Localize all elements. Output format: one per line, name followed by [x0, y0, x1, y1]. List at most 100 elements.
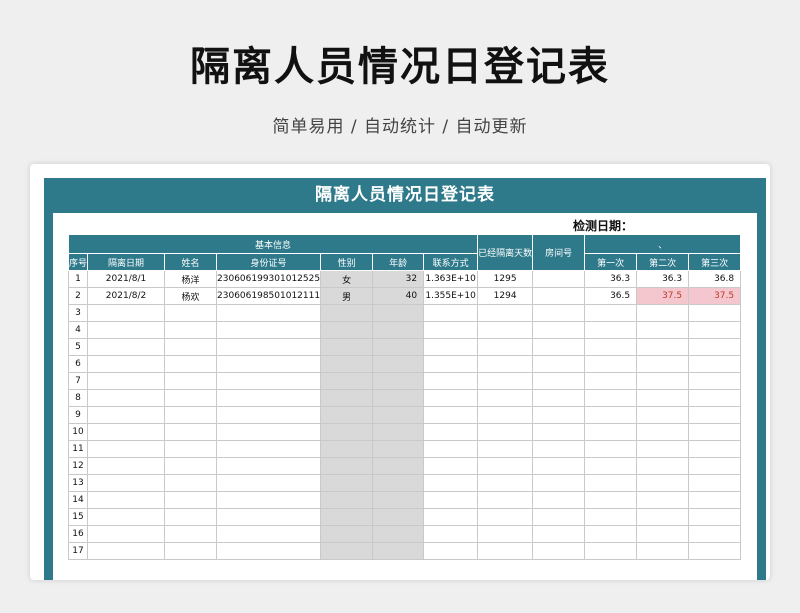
cell-age[interactable] [372, 304, 425, 322]
cell-phone[interactable] [423, 406, 479, 424]
cell-no[interactable]: 2 [67, 287, 89, 305]
cell-sex[interactable] [320, 542, 374, 560]
cell-phone[interactable] [423, 440, 479, 458]
cell-id[interactable] [216, 491, 322, 509]
cell-room[interactable] [532, 321, 586, 339]
cell-temp-1[interactable] [584, 338, 638, 356]
cell-id[interactable]: 230606199301012525 [216, 270, 322, 288]
cell-temp-3[interactable] [688, 372, 742, 390]
cell-room[interactable] [532, 423, 586, 441]
cell-temp-1[interactable] [584, 406, 638, 424]
cell-phone[interactable] [423, 423, 479, 441]
cell-name[interactable] [164, 355, 218, 373]
cell-no[interactable]: 4 [67, 321, 89, 339]
cell-days[interactable]: 1294 [477, 287, 534, 305]
cell-phone[interactable]: 1.355E+10 [423, 287, 479, 305]
cell-name[interactable] [164, 474, 218, 492]
cell-temp-1[interactable] [584, 525, 638, 543]
cell-temp-1[interactable] [584, 389, 638, 407]
cell-no[interactable]: 15 [67, 508, 89, 526]
cell-days[interactable]: 1295 [477, 270, 534, 288]
cell-date[interactable] [87, 525, 166, 543]
cell-phone[interactable] [423, 321, 479, 339]
cell-name[interactable]: 杨洋 [164, 270, 218, 288]
cell-age[interactable] [372, 321, 425, 339]
cell-name[interactable] [164, 508, 218, 526]
cell-sex[interactable] [320, 321, 374, 339]
cell-phone[interactable] [423, 542, 479, 560]
cell-id[interactable] [216, 406, 322, 424]
cell-sex[interactable] [320, 338, 374, 356]
cell-temp-2[interactable] [636, 389, 690, 407]
cell-room[interactable] [532, 491, 586, 509]
cell-no[interactable]: 6 [67, 355, 89, 373]
cell-no[interactable]: 8 [67, 389, 89, 407]
cell-sex[interactable] [320, 355, 374, 373]
cell-id[interactable] [216, 440, 322, 458]
cell-id[interactable] [216, 372, 322, 390]
cell-temp-3[interactable] [688, 457, 742, 475]
cell-no[interactable]: 14 [67, 491, 89, 509]
cell-temp-2[interactable] [636, 457, 690, 475]
cell-id[interactable] [216, 525, 322, 543]
cell-no[interactable]: 11 [67, 440, 89, 458]
cell-phone[interactable] [423, 372, 479, 390]
cell-date[interactable] [87, 321, 166, 339]
cell-temp-2[interactable] [636, 355, 690, 373]
cell-id[interactable] [216, 355, 322, 373]
cell-days[interactable] [477, 440, 534, 458]
cell-date[interactable] [87, 457, 166, 475]
cell-room[interactable] [532, 270, 586, 288]
cell-name[interactable] [164, 423, 218, 441]
cell-temp-3[interactable] [688, 508, 742, 526]
cell-temp-3[interactable] [688, 406, 742, 424]
cell-temp-1[interactable] [584, 508, 638, 526]
cell-temp-1[interactable] [584, 491, 638, 509]
cell-temp-2[interactable]: 37.5 [636, 287, 690, 305]
cell-phone[interactable]: 1.363E+10 [423, 270, 479, 288]
cell-name[interactable] [164, 525, 218, 543]
cell-temp-3[interactable] [688, 355, 742, 373]
cell-age[interactable] [372, 355, 425, 373]
cell-phone[interactable] [423, 474, 479, 492]
cell-sex[interactable] [320, 491, 374, 509]
cell-temp-3[interactable] [688, 321, 742, 339]
cell-temp-2[interactable] [636, 474, 690, 492]
cell-sex[interactable]: 男 [320, 287, 374, 305]
cell-date[interactable] [87, 372, 166, 390]
cell-days[interactable] [477, 423, 534, 441]
cell-id[interactable] [216, 542, 322, 560]
cell-days[interactable] [477, 491, 534, 509]
cell-no[interactable]: 3 [67, 304, 89, 322]
cell-date[interactable] [87, 423, 166, 441]
cell-id[interactable] [216, 508, 322, 526]
cell-sex[interactable] [320, 406, 374, 424]
cell-room[interactable] [532, 542, 586, 560]
cell-temp-2[interactable] [636, 304, 690, 322]
cell-id[interactable] [216, 304, 322, 322]
cell-sex[interactable] [320, 389, 374, 407]
cell-temp-1[interactable] [584, 321, 638, 339]
cell-days[interactable] [477, 372, 534, 390]
cell-age[interactable] [372, 372, 425, 390]
cell-temp-1[interactable] [584, 423, 638, 441]
cell-temp-2[interactable] [636, 525, 690, 543]
cell-sex[interactable]: 女 [320, 270, 374, 288]
cell-temp-2[interactable] [636, 542, 690, 560]
cell-days[interactable] [477, 304, 534, 322]
cell-age[interactable] [372, 542, 425, 560]
cell-id[interactable] [216, 338, 322, 356]
cell-sex[interactable] [320, 440, 374, 458]
cell-phone[interactable] [423, 491, 479, 509]
cell-phone[interactable] [423, 457, 479, 475]
cell-name[interactable] [164, 338, 218, 356]
cell-no[interactable]: 9 [67, 406, 89, 424]
cell-id[interactable] [216, 423, 322, 441]
cell-phone[interactable] [423, 508, 479, 526]
cell-temp-3[interactable] [688, 338, 742, 356]
cell-temp-1[interactable] [584, 440, 638, 458]
cell-temp-2[interactable] [636, 338, 690, 356]
cell-room[interactable] [532, 355, 586, 373]
cell-name[interactable] [164, 372, 218, 390]
cell-room[interactable] [532, 440, 586, 458]
